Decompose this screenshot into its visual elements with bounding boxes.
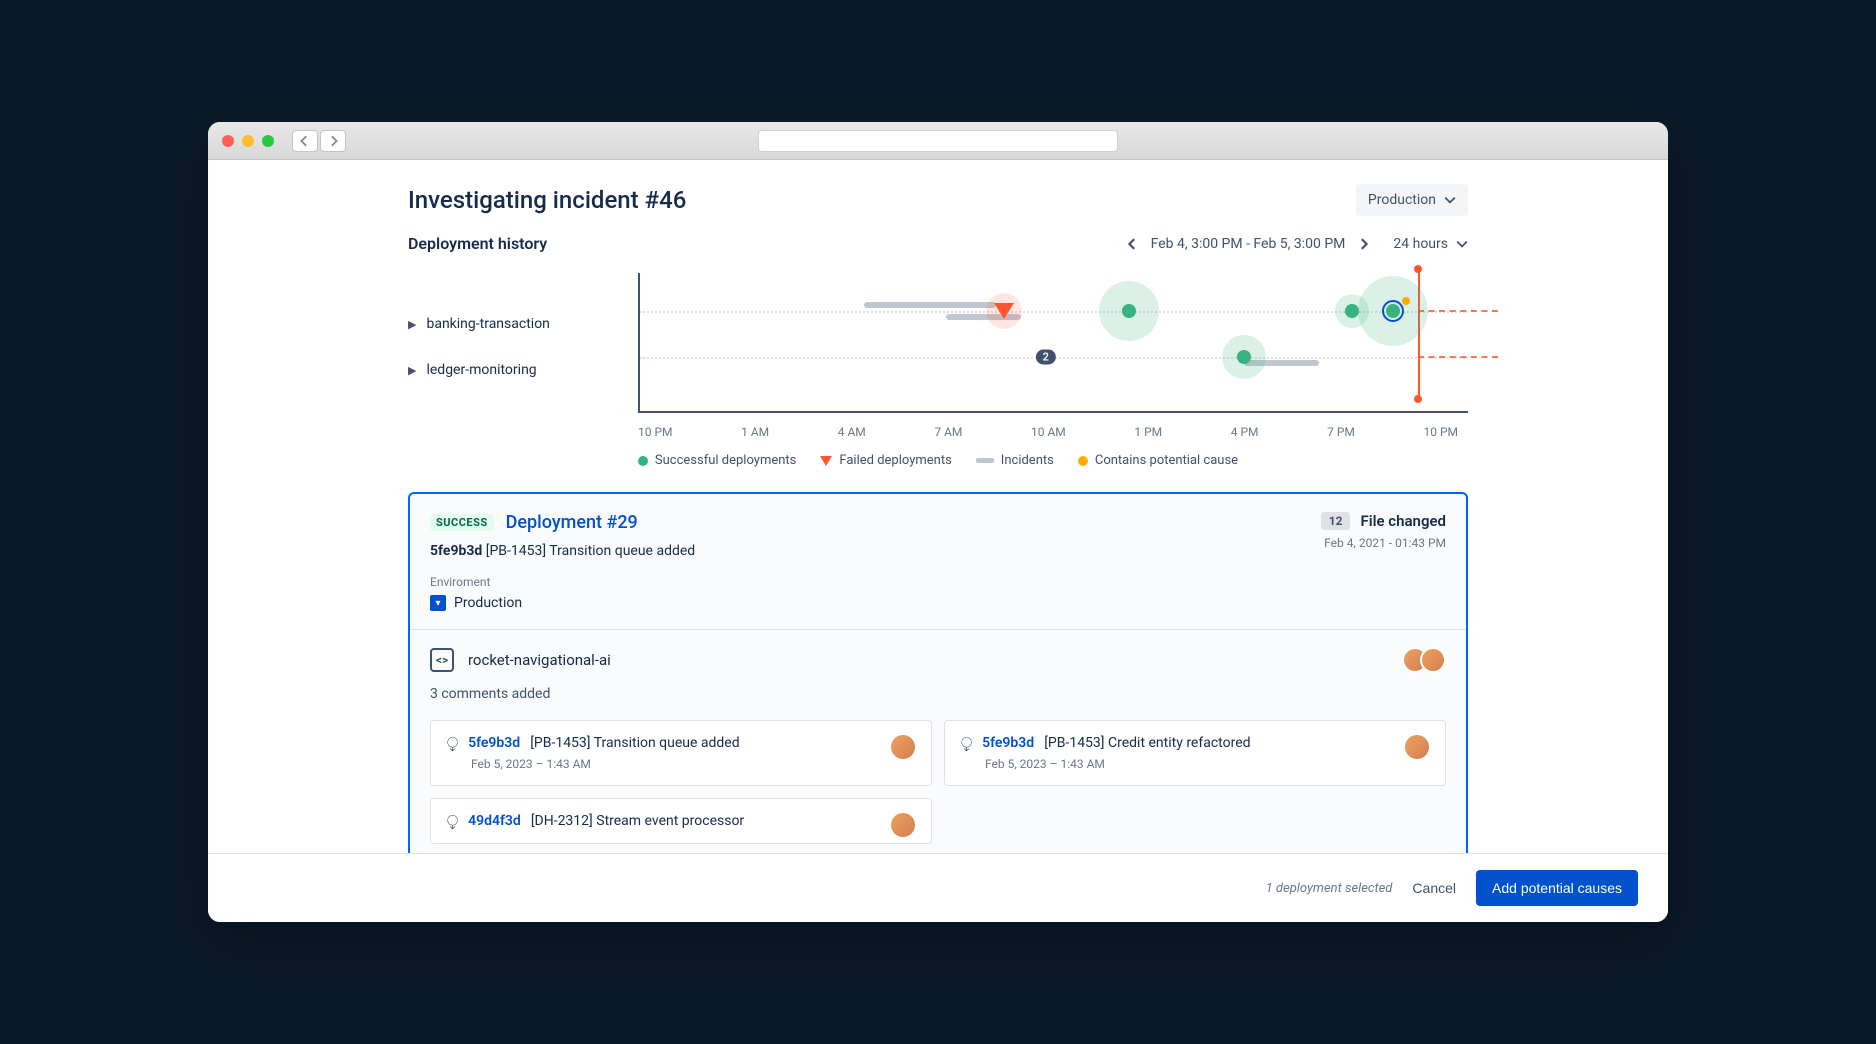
repo-name[interactable]: rocket-navigational-ai xyxy=(468,651,611,669)
add-potential-causes-button[interactable]: Add potential causes xyxy=(1476,870,1638,906)
environment-dropdown-label: Production xyxy=(1368,192,1436,208)
deployment-name[interactable]: Deployment #29 xyxy=(506,512,638,533)
commit-card[interactable]: ⧬ 5fe9b3d [PB-1453] Credit entity refact… xyxy=(944,720,1446,786)
traffic-lights xyxy=(222,135,274,147)
x-tick: 10 AM xyxy=(1031,425,1066,439)
timeline-plot[interactable]: 2 xyxy=(638,273,1468,413)
section-title: Deployment history xyxy=(408,234,547,253)
chevron-left-icon[interactable] xyxy=(1127,238,1139,250)
status-badge: SUCCESS xyxy=(430,514,494,531)
service-row-ledger[interactable]: ▶ ledger-monitoring xyxy=(408,347,638,393)
incident-bar-icon xyxy=(976,458,994,463)
legend-potential: Contains potential cause xyxy=(1078,453,1238,468)
environment-dropdown[interactable]: Production xyxy=(1356,184,1468,216)
success-dot-icon xyxy=(638,456,648,466)
service-label: banking-transaction xyxy=(426,316,549,332)
avatar xyxy=(891,735,915,759)
commit-message: Transition queue added xyxy=(549,543,695,559)
back-button[interactable] xyxy=(292,130,318,152)
legend-success: Successful deployments xyxy=(638,453,796,468)
chevron-down-icon xyxy=(1444,194,1456,206)
minimize-window-icon[interactable] xyxy=(242,135,254,147)
time-range-label: 24 hours xyxy=(1393,236,1448,252)
legend-incidents: Incidents xyxy=(976,453,1054,468)
commit-date: Feb 5, 2023 – 1:43 AM xyxy=(985,757,1429,771)
success-deploy-icon[interactable] xyxy=(1122,304,1136,318)
incident-bar[interactable] xyxy=(864,302,996,308)
x-tick: 10 PM xyxy=(1423,425,1458,439)
service-row-banking[interactable]: ▶ banking-transaction xyxy=(408,301,638,347)
avatar xyxy=(891,813,915,837)
environment-label: Enviroment xyxy=(430,575,1446,589)
cluster-badge[interactable]: 2 xyxy=(1036,350,1056,365)
failed-triangle-icon xyxy=(820,456,832,466)
success-deploy-icon[interactable] xyxy=(1386,304,1400,318)
forward-button[interactable] xyxy=(320,130,346,152)
incident-dash xyxy=(1418,310,1498,312)
incident-marker-cap xyxy=(1414,395,1422,403)
deployment-card: SUCCESS Deployment #29 12 File changed F… xyxy=(408,492,1468,853)
success-deploy-icon[interactable] xyxy=(1345,304,1359,318)
avatar xyxy=(1420,647,1446,673)
success-deploy-icon[interactable] xyxy=(1237,350,1251,364)
cancel-button[interactable]: Cancel xyxy=(1412,880,1456,896)
legend-failed: Failed deployments xyxy=(820,453,951,468)
main-content: Investigating incident #46 Production De… xyxy=(208,160,1668,853)
potential-dot-icon xyxy=(1078,456,1088,466)
x-tick: 1 PM xyxy=(1134,425,1162,439)
time-range-dropdown[interactable]: 24 hours xyxy=(1393,236,1468,252)
footer: 1 deployment selected Cancel Add potenti… xyxy=(208,853,1668,922)
service-label: ledger-monitoring xyxy=(426,362,536,378)
date-range-control: Feb 4, 3:00 PM - Feb 5, 3:00 PM xyxy=(1127,236,1370,252)
x-tick: 7 PM xyxy=(1327,425,1355,439)
files-changed[interactable]: 12 File changed xyxy=(1321,512,1446,530)
x-tick: 10 PM xyxy=(638,425,673,439)
page-title: Investigating incident #46 xyxy=(408,186,686,214)
contributor-avatars[interactable] xyxy=(1402,647,1446,673)
commit-card[interactable]: ⧬ 5fe9b3d [PB-1453] Transition queue add… xyxy=(430,720,932,786)
x-tick: 4 AM xyxy=(838,425,866,439)
commit-hash-link[interactable]: 49d4f3d xyxy=(468,813,521,829)
chart-legend: Successful deployments Failed deployment… xyxy=(408,453,1468,468)
incident-marker-cap xyxy=(1414,265,1422,273)
nav-buttons xyxy=(292,130,346,152)
commit-hash-link[interactable]: 5fe9b3d xyxy=(982,735,1034,751)
deployment-timeline-chart: ▶ banking-transaction ▶ ledger-monitorin… xyxy=(408,273,1468,413)
comments-count: 3 comments added xyxy=(430,686,1446,702)
maximize-window-icon[interactable] xyxy=(262,135,274,147)
environment-value: ▾ Production xyxy=(430,595,1446,611)
app-window: Investigating incident #46 Production De… xyxy=(208,122,1668,922)
incident-dash xyxy=(1418,356,1498,358)
commit-icon: ⧬ xyxy=(961,735,972,751)
files-count-badge: 12 xyxy=(1321,512,1351,530)
commit-summary: 5fe9b3d [PB-1453] Transition queue added xyxy=(430,543,1446,559)
titlebar xyxy=(208,122,1668,160)
commit-icon: ⧬ xyxy=(447,813,458,829)
failed-deploy-icon[interactable] xyxy=(994,303,1014,319)
commit-hash-link[interactable]: 5fe9b3d xyxy=(468,735,520,751)
chevron-down-icon xyxy=(1456,238,1468,250)
selection-status: 1 deployment selected xyxy=(1266,881,1393,896)
commit-hash: 5fe9b3d xyxy=(430,543,482,559)
chevron-right-icon: ▶ xyxy=(408,318,416,331)
address-bar[interactable] xyxy=(758,130,1118,152)
x-axis: 10 PM 1 AM 4 AM 7 AM 10 AM 1 PM 4 PM 7 P… xyxy=(638,425,1468,439)
x-tick: 4 PM xyxy=(1231,425,1259,439)
x-tick: 1 AM xyxy=(741,425,769,439)
deployment-timestamp: Feb 4, 2021 - 01:43 PM xyxy=(1321,536,1446,550)
close-window-icon[interactable] xyxy=(222,135,234,147)
code-icon: <> xyxy=(430,648,454,672)
commit-date: Feb 5, 2023 – 1:43 AM xyxy=(471,757,915,771)
files-changed-label: File changed xyxy=(1360,512,1446,530)
avatar xyxy=(1405,735,1429,759)
commit-ticket: [PB-1453] xyxy=(486,543,546,559)
commit-card[interactable]: ⧬ 49d4f3d [DH-2312] Stream event process… xyxy=(430,798,932,844)
bucket-icon: ▾ xyxy=(430,595,446,611)
commit-icon: ⧬ xyxy=(447,735,458,751)
chevron-right-icon: ▶ xyxy=(408,364,416,377)
x-tick: 7 AM xyxy=(934,425,962,439)
date-range-text: Feb 4, 3:00 PM - Feb 5, 3:00 PM xyxy=(1151,236,1346,252)
chevron-right-icon[interactable] xyxy=(1357,238,1369,250)
potential-cause-dot xyxy=(1402,297,1410,305)
